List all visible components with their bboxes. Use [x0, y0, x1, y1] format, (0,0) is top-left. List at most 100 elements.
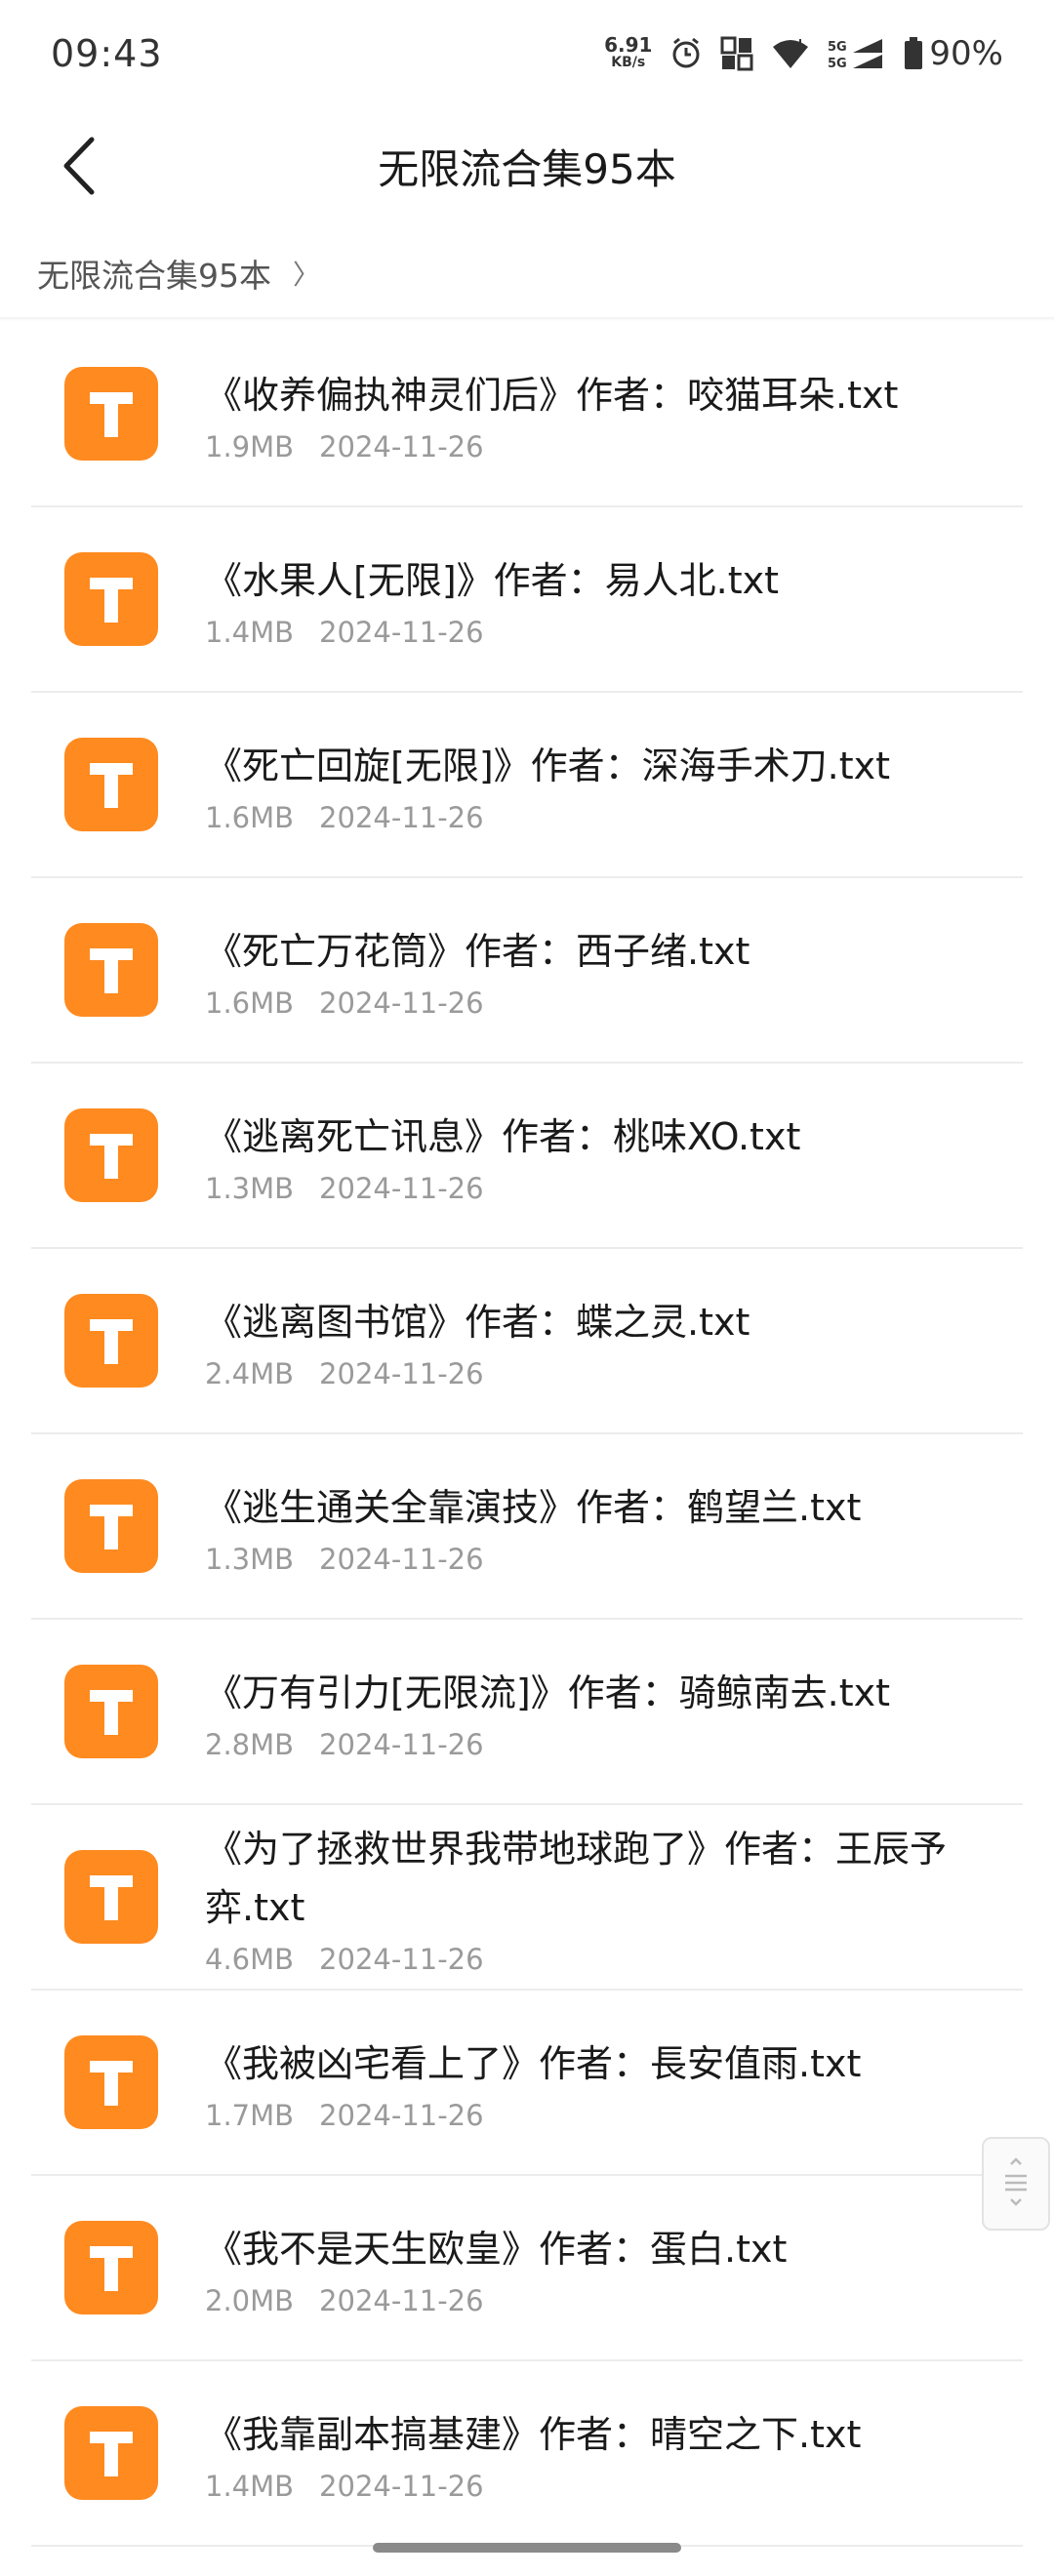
file-list-item[interactable]: 《水果人[无限]》作者：易人北.txt 1.4MB 2024-11-26 [0, 507, 1054, 693]
file-size: 1.4MB [205, 616, 295, 649]
txt-file-icon [64, 2035, 158, 2129]
txt-file-icon [64, 1665, 158, 1758]
file-date: 2024-11-26 [319, 1172, 484, 1205]
app-header: 无限流合集95本 [0, 107, 1054, 229]
txt-file-icon [64, 367, 158, 461]
file-text: 《逃离死亡讯息》作者：桃味XO.txt 1.3MB 2024-11-26 [205, 1064, 1005, 1249]
file-date: 2024-11-26 [319, 616, 484, 649]
file-date: 2024-11-26 [319, 1728, 484, 1761]
file-meta: 1.4MB 2024-11-26 [205, 616, 1005, 649]
file-text: 《死亡回旋[无限]》作者：深海手术刀.txt 1.6MB 2024-11-26 [205, 693, 1005, 878]
file-meta: 1.3MB 2024-11-26 [205, 1543, 1005, 1576]
file-list-item[interactable]: 《死亡回旋[无限]》作者：深海手术刀.txt 1.6MB 2024-11-26 [0, 693, 1054, 878]
txt-file-icon [64, 2406, 158, 2500]
file-list-item[interactable]: 《我不是天生欧皇》作者：蛋白.txt 2.0MB 2024-11-26 [0, 2176, 1054, 2361]
battery-icon [904, 37, 923, 70]
file-text: 《我靠副本搞基建》作者：晴空之下.txt 1.4MB 2024-11-26 [205, 2361, 1005, 2547]
file-text: 《水果人[无限]》作者：易人北.txt 1.4MB 2024-11-26 [205, 507, 1005, 693]
file-size: 1.3MB [205, 1543, 295, 1576]
txt-file-icon [64, 2221, 158, 2314]
file-list-item[interactable]: 《逃生通关全靠演技》作者：鹤望兰.txt 1.3MB 2024-11-26 [0, 1434, 1054, 1620]
breadcrumb-divider [0, 317, 1054, 321]
file-list-item[interactable]: 《我靠副本搞基建》作者：晴空之下.txt 1.4MB 2024-11-26 [0, 2361, 1054, 2547]
svg-text:5G: 5G [828, 40, 847, 55]
file-size: 1.6MB [205, 986, 295, 1020]
file-text: 《我被凶宅看上了》作者：長安值雨.txt 1.7MB 2024-11-26 [205, 1991, 1005, 2176]
file-size: 2.4MB [205, 1357, 295, 1390]
file-list-item[interactable]: 《收养偏执神灵们后》作者：咬猫耳朵.txt 1.9MB 2024-11-26 [0, 322, 1054, 507]
file-name: 《收养偏执神灵们后》作者：咬猫耳朵.txt [205, 374, 899, 417]
file-meta: 1.6MB 2024-11-26 [205, 801, 1005, 834]
file-text: 《我不是天生欧皇》作者：蛋白.txt 2.0MB 2024-11-26 [205, 2176, 1005, 2361]
file-name: 《我被凶宅看上了》作者：長安值雨.txt [205, 2042, 862, 2085]
file-name: 《逃离死亡讯息》作者：桃味XO.txt [205, 1115, 801, 1158]
svg-text:5G: 5G [828, 57, 847, 70]
file-date: 2024-11-26 [319, 2470, 484, 2503]
page-title: 无限流合集95本 [378, 145, 676, 193]
nfc-icon [720, 36, 753, 71]
file-list-item[interactable]: 《死亡万花筒》作者：西子绪.txt 1.6MB 2024-11-26 [0, 878, 1054, 1064]
file-list-item[interactable]: 《万有引力[无限流]》作者：骑鲸南去.txt 2.8MB 2024-11-26 [0, 1620, 1054, 1805]
file-name: 《我不是天生欧皇》作者：蛋白.txt [205, 2228, 788, 2271]
file-meta: 1.3MB 2024-11-26 [205, 1172, 1005, 1205]
file-date: 2024-11-26 [319, 1357, 484, 1390]
file-name: 《为了拯救世界我带地球跑了》作者：王辰予弈.txt [205, 1828, 948, 1929]
txt-file-icon [64, 552, 158, 646]
file-date: 2024-11-26 [319, 2099, 484, 2132]
file-size: 4.6MB [205, 1943, 295, 1976]
file-text: 《收养偏执神灵们后》作者：咬猫耳朵.txt 1.9MB 2024-11-26 [205, 322, 1005, 507]
file-meta: 2.0MB 2024-11-26 [205, 2284, 1005, 2317]
breadcrumb[interactable]: 无限流合集95本 〉 [37, 249, 320, 298]
file-size: 1.6MB [205, 801, 295, 834]
file-text: 《死亡万花筒》作者：西子绪.txt 1.6MB 2024-11-26 [205, 878, 1005, 1064]
file-meta: 2.8MB 2024-11-26 [205, 1728, 1005, 1761]
file-name: 《万有引力[无限流]》作者：骑鲸南去.txt [205, 1671, 891, 1714]
file-date: 2024-11-26 [319, 2284, 484, 2317]
file-list-item[interactable]: 《逃离死亡讯息》作者：桃味XO.txt 1.3MB 2024-11-26 [0, 1064, 1054, 1249]
file-list: 《收养偏执神灵们后》作者：咬猫耳朵.txt 1.9MB 2024-11-26 《水果人… [0, 322, 1054, 2547]
txt-file-icon [64, 1294, 158, 1388]
file-list-item[interactable]: 《为了拯救世界我带地球跑了》作者：王辰予弈.txt 4.6MB 2024-11-26 [0, 1805, 1054, 1991]
file-size: 1.9MB [205, 430, 295, 463]
breadcrumb-item-folder[interactable]: 无限流合集95本 [37, 250, 271, 297]
home-indicator[interactable] [373, 2543, 681, 2553]
status-icons: 6.91 KB/s 5G 5G 90% [604, 34, 1003, 73]
signal-icon: 5G 5G [828, 37, 886, 70]
file-name: 《死亡万花筒》作者：西子绪.txt [205, 930, 750, 973]
file-list-item[interactable]: 《逃离图书馆》作者：蝶之灵.txt 2.4MB 2024-11-26 [0, 1249, 1054, 1434]
file-meta: 1.6MB 2024-11-26 [205, 986, 1005, 1020]
file-name: 《我靠副本搞基建》作者：晴空之下.txt [205, 2413, 862, 2456]
file-name: 《逃生通关全靠演技》作者：鹤望兰.txt [205, 1486, 862, 1529]
txt-file-icon [64, 1850, 158, 1944]
file-meta: 2.4MB 2024-11-26 [205, 1357, 1005, 1390]
file-size: 1.4MB [205, 2470, 295, 2503]
file-size: 2.8MB [205, 1728, 295, 1761]
network-speed-value: 6.91 [604, 33, 653, 57]
file-name: 《死亡回旋[无限]》作者：深海手术刀.txt [205, 745, 891, 787]
file-list-item[interactable]: 《我被凶宅看上了》作者：長安值雨.txt 1.7MB 2024-11-26 [0, 1991, 1054, 2176]
file-text: 《逃生通关全靠演技》作者：鹤望兰.txt 1.3MB 2024-11-26 [205, 1434, 1005, 1620]
file-date: 2024-11-26 [319, 1543, 484, 1576]
status-time: 09:43 [51, 32, 163, 75]
file-meta: 1.9MB 2024-11-26 [205, 430, 1005, 463]
status-bar: 09:43 6.91 KB/s 5G 5G 90% [0, 0, 1054, 107]
file-date: 2024-11-26 [319, 430, 484, 463]
scroll-grip-icon [1001, 2156, 1031, 2211]
file-meta: 1.7MB 2024-11-26 [205, 2099, 1005, 2132]
txt-file-icon [64, 1108, 158, 1202]
file-meta: 1.4MB 2024-11-26 [205, 2470, 1005, 2503]
file-text: 《逃离图书馆》作者：蝶之灵.txt 2.4MB 2024-11-26 [205, 1249, 1005, 1434]
txt-file-icon [64, 738, 158, 831]
file-date: 2024-11-26 [319, 1943, 484, 1976]
battery-percent: 90% [929, 34, 1003, 73]
txt-file-icon [64, 923, 158, 1017]
file-text: 《万有引力[无限流]》作者：骑鲸南去.txt 2.8MB 2024-11-26 [205, 1620, 1005, 1805]
battery: 90% [904, 34, 1003, 73]
file-date: 2024-11-26 [319, 801, 484, 834]
file-name: 《逃离图书馆》作者：蝶之灵.txt [205, 1301, 750, 1344]
chevron-right-icon: 〉 [293, 259, 321, 291]
file-size: 1.7MB [205, 2099, 295, 2132]
fast-scroll-handle[interactable] [982, 2137, 1050, 2231]
alarm-icon [669, 37, 703, 70]
txt-file-icon [64, 1479, 158, 1573]
